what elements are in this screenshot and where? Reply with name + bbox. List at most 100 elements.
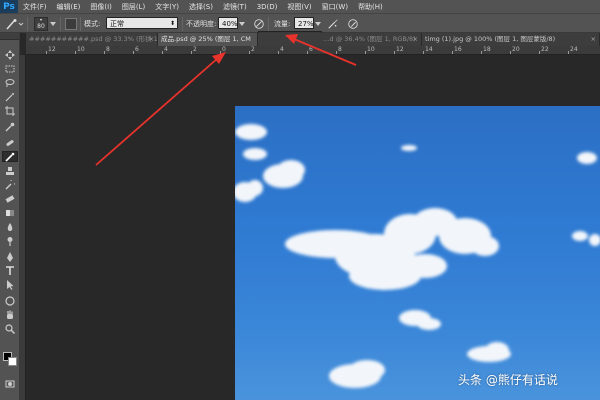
menu-3d[interactable]: 3D(D) bbox=[252, 3, 283, 11]
ruler-tick-label: 4 bbox=[280, 46, 284, 53]
menu-view[interactable]: 视图(V) bbox=[282, 2, 316, 12]
menu-layer[interactable]: 图层(L) bbox=[117, 2, 150, 12]
ruler-tick-label: 10 bbox=[367, 46, 375, 53]
ruler-tick bbox=[162, 51, 163, 54]
flow-input[interactable]: 27% bbox=[294, 17, 314, 29]
mode-value: 正常 bbox=[110, 20, 124, 28]
tab-label: 成品.psd @ 25% (图层 1, CM bbox=[161, 35, 251, 43]
options-bar: • 80 模式: 正常 ⬍ 不透明度: 40% 流量: 27% bbox=[0, 13, 600, 33]
ruler-tick bbox=[133, 51, 134, 54]
tab-label: …d @ 36.4% (图层 1, RGB/8) bbox=[323, 35, 416, 43]
menu-window[interactable]: 窗口(W) bbox=[317, 2, 353, 12]
ruler-tick bbox=[510, 51, 511, 54]
menu-help[interactable]: 帮助(H) bbox=[353, 2, 388, 12]
tab-document-3[interactable]: …d @ 36.4% (图层 1, RGB/8) × bbox=[320, 33, 422, 46]
ruler-tick bbox=[394, 51, 395, 54]
tab-document-2[interactable]: 成品.psd @ 25% (图层 1, CM bbox=[158, 33, 258, 46]
close-icon[interactable]: × bbox=[149, 33, 154, 46]
ruler-tick-label: 6 bbox=[135, 46, 139, 53]
ruler-tick bbox=[104, 51, 105, 54]
gradient-icon[interactable] bbox=[2, 207, 18, 218]
pressure-opacity-icon[interactable] bbox=[252, 17, 266, 31]
opacity-input[interactable]: 40% bbox=[218, 17, 238, 29]
ruler-tick-label: 2 bbox=[193, 46, 197, 53]
separator bbox=[27, 17, 28, 31]
ruler-tick bbox=[481, 51, 482, 54]
ruler-tick bbox=[423, 51, 424, 54]
watermark-text: 头条 @熊仔有话说 bbox=[458, 373, 558, 387]
menu-type[interactable]: 文字(Y) bbox=[150, 2, 184, 12]
ruler-vertical[interactable] bbox=[20, 55, 26, 400]
ruler-tick-label: 24 bbox=[570, 46, 578, 53]
shape-icon[interactable] bbox=[2, 295, 18, 306]
eyedropper-icon[interactable] bbox=[2, 121, 18, 132]
cloud-layer bbox=[235, 124, 600, 388]
history-brush-icon[interactable] bbox=[2, 179, 18, 190]
ruler-tick bbox=[278, 51, 279, 54]
ruler-tick bbox=[191, 51, 192, 54]
separator bbox=[80, 17, 81, 31]
quick-mask-icon[interactable] bbox=[2, 378, 18, 389]
menu-edit[interactable]: 编辑(E) bbox=[52, 2, 86, 12]
ruler-tick bbox=[452, 51, 453, 54]
healing-icon[interactable] bbox=[2, 137, 18, 148]
ruler-tick bbox=[220, 51, 221, 54]
mode-label: 模式: bbox=[84, 20, 101, 28]
menu-file[interactable]: 文件(F) bbox=[18, 2, 52, 12]
brush-size-dropdown-icon[interactable] bbox=[48, 17, 58, 31]
magic-wand-icon[interactable] bbox=[2, 91, 18, 102]
menu-select[interactable]: 选择(S) bbox=[184, 2, 218, 12]
lasso-icon[interactable] bbox=[2, 77, 18, 88]
ruler-tick bbox=[539, 51, 540, 54]
ruler-tick-label: 8 bbox=[106, 46, 110, 53]
brush-panel-toggle-icon[interactable] bbox=[65, 18, 77, 30]
ruler-tick-label: 14 bbox=[425, 46, 433, 53]
ruler-horizontal[interactable]: 12 10 8 6 4 2 0 2 4 6 8 10 12 14 16 18 20 22 24 bbox=[26, 46, 600, 55]
zoom-icon[interactable] bbox=[2, 323, 18, 334]
move-icon[interactable] bbox=[2, 49, 18, 60]
background-color-swatch[interactable] bbox=[8, 357, 17, 366]
dodge-icon[interactable] bbox=[2, 235, 18, 246]
mode-select[interactable]: 正常 ⬍ bbox=[106, 17, 178, 29]
hand-icon[interactable] bbox=[2, 309, 18, 320]
eraser-icon[interactable] bbox=[2, 193, 18, 204]
flow-label: 流量: bbox=[274, 20, 291, 28]
ruler-tick-label: 6 bbox=[309, 46, 313, 53]
ruler-tick-label: 2 bbox=[251, 46, 255, 53]
pressure-size-icon[interactable] bbox=[346, 17, 360, 31]
flow-dropdown-icon[interactable] bbox=[314, 17, 322, 31]
opacity-dropdown-icon[interactable] bbox=[238, 17, 246, 31]
separator bbox=[182, 17, 183, 31]
airbrush-icon[interactable] bbox=[326, 17, 340, 31]
ruler-tick bbox=[75, 51, 76, 54]
ruler-tick bbox=[365, 51, 366, 54]
marquee-icon[interactable] bbox=[2, 63, 18, 74]
clone-stamp-icon[interactable] bbox=[2, 165, 18, 176]
toolbox-header[interactable] bbox=[0, 33, 19, 40]
tab-label: timg (1).jpg @ 100% (图层 1, 图层蒙版/8) bbox=[425, 35, 556, 43]
type-icon[interactable] bbox=[2, 265, 18, 276]
brush-size-value: 80 bbox=[37, 23, 45, 30]
ruler-tick bbox=[46, 51, 47, 54]
close-icon[interactable]: × bbox=[591, 33, 596, 46]
close-icon[interactable]: × bbox=[413, 33, 418, 46]
brush-tool-preset-icon[interactable] bbox=[4, 17, 24, 31]
menu-image[interactable]: 图像(I) bbox=[85, 2, 117, 12]
tab-document-1[interactable]: ###########.psd @ 33.3% (形状 14, CMYK/8)× bbox=[26, 33, 158, 46]
pen-icon[interactable] bbox=[2, 251, 18, 262]
brush-size-picker[interactable]: • 80 bbox=[34, 17, 48, 31]
path-select-icon[interactable] bbox=[2, 279, 18, 290]
separator bbox=[60, 17, 61, 31]
ruler-tick bbox=[249, 51, 250, 54]
opacity-label: 不透明度: bbox=[186, 20, 217, 28]
blur-icon[interactable] bbox=[2, 221, 18, 232]
menu-bar: Ps 文件(F) 编辑(E) 图像(I) 图层(L) 文字(Y) 选择(S) 滤… bbox=[0, 0, 600, 13]
tab-document-4[interactable]: timg (1).jpg @ 100% (图层 1, 图层蒙版/8) × bbox=[422, 33, 600, 46]
ruler-tick-label: 16 bbox=[454, 46, 462, 53]
tab-label: ###########.psd @ 33.3% (形状 14, CMYK/8) bbox=[29, 35, 158, 43]
brush-icon[interactable] bbox=[2, 151, 18, 162]
sky-photo[interactable] bbox=[235, 106, 600, 400]
menu-filter[interactable]: 滤镜(T) bbox=[218, 2, 252, 12]
ruler-tick bbox=[307, 51, 308, 54]
crop-icon[interactable] bbox=[2, 105, 18, 116]
